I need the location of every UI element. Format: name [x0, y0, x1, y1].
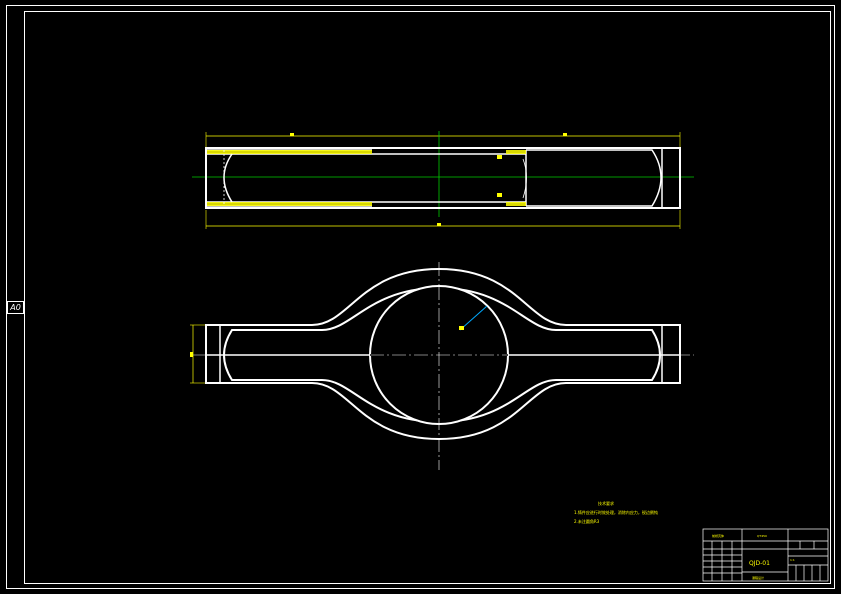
top-view-outline [205, 147, 681, 209]
technical-notes: 技术要求 1.铸件应进行时效处理，消除内应力，锐边倒钝 2.未注圆角R3 [574, 499, 658, 526]
title-block-material: QT450 [757, 534, 767, 538]
title-block-drawing-number: QJD-01 [749, 560, 770, 567]
notes-title: 技术要求 [598, 501, 614, 506]
notes-line-2: 2.未注圆角R3 [574, 519, 600, 524]
title-block-company: 课程设计 [752, 576, 765, 580]
notes-line-1: 1.铸件应进行时效处理，消除内应力，锐边倒钝 [574, 510, 658, 515]
cad-drawing-canvas [6, 5, 835, 589]
title-block-scale: 1:1 [790, 558, 795, 562]
hatch-bottom-left [207, 202, 372, 206]
top-view [192, 131, 694, 229]
front-view [190, 262, 694, 470]
title-block-part-name: 前桥壳体 [712, 534, 725, 538]
sheet-size-tag: A0 [7, 301, 24, 314]
hatch-top-left [207, 150, 372, 154]
